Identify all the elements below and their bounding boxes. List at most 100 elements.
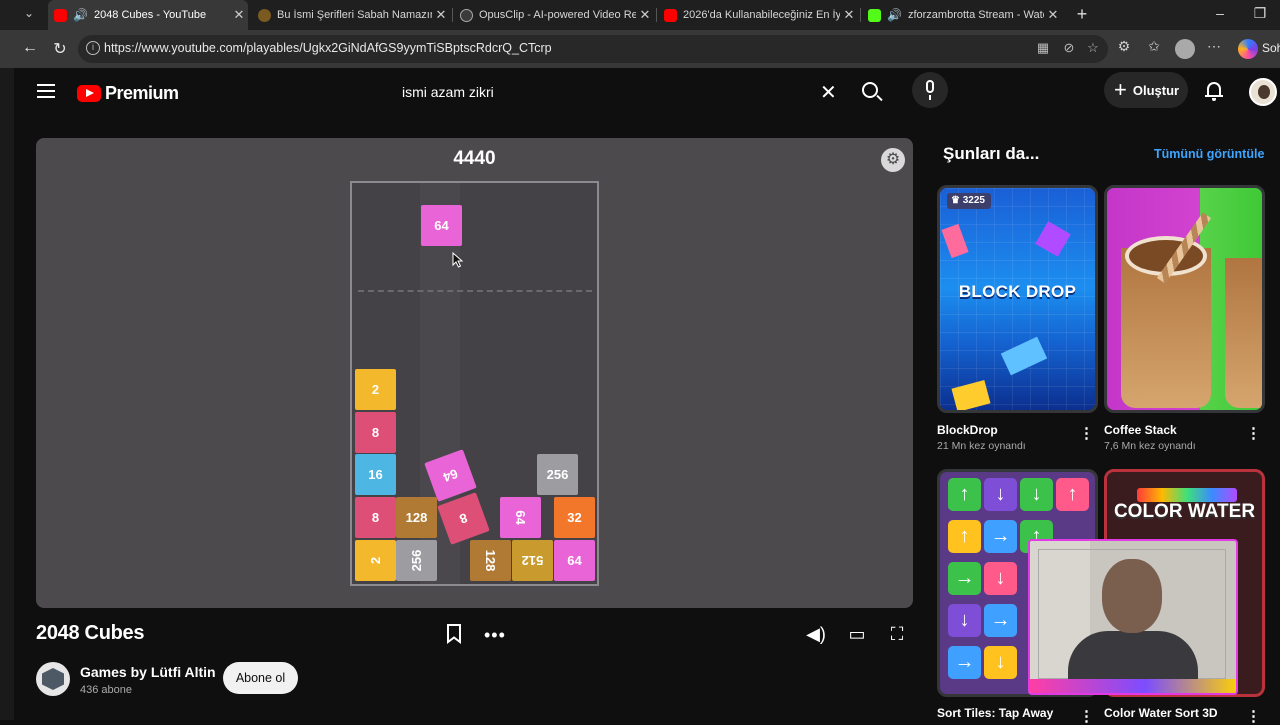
more-options-icon[interactable]: ⋮ <box>1246 424 1261 442</box>
more-options-icon[interactable]: ⋮ <box>1079 707 1094 725</box>
kick-favicon-icon <box>868 8 881 22</box>
back-arrow-icon[interactable]: ← <box>20 39 40 57</box>
game-cube: 2 <box>355 369 396 410</box>
game-board[interactable]: 64 2 8 16 8 128 2 256 64 8 64 256 32 128… <box>350 181 599 586</box>
bell-clapper <box>1212 98 1216 101</box>
minimize-window-icon[interactable]: – <box>1210 5 1230 21</box>
game-card-coffee-stack[interactable] <box>1104 185 1265 413</box>
youtube-favicon-icon <box>54 8 67 22</box>
close-tab-icon[interactable]: ✕ <box>636 7 654 23</box>
create-button[interactable]: + Oluştur <box>1104 72 1188 108</box>
game-settings-gear-icon[interactable]: ⚙ <box>881 148 905 172</box>
see-all-link[interactable]: Tümünü görüntüle <box>1154 147 1264 161</box>
arrow-up-tile-icon: ↑ <box>948 520 981 553</box>
tab-2048-cubes[interactable]: 🔊 2048 Cubes - YouTube ✕ <box>48 0 248 30</box>
subscribe-button[interactable]: Abone ol <box>223 662 298 694</box>
game-title[interactable]: Color Water Sort 3D <box>1104 706 1218 720</box>
browser-menu-icon[interactable]: ⋯ <box>1204 38 1224 55</box>
extensions-icon[interactable]: ⚙ <box>1114 38 1134 55</box>
speaker-icon: 🔊 <box>887 8 902 22</box>
game-card-blockdrop[interactable]: ♛ 3225 BLOCK DROP <box>937 185 1098 413</box>
game-title[interactable]: BlockDrop <box>937 423 998 437</box>
tubes-decoration <box>1137 488 1237 502</box>
favorite-star-icon[interactable]: ☆ <box>1084 40 1102 56</box>
url-text[interactable]: https://www.youtube.com/playables/Ugkx2G… <box>104 41 552 55</box>
tab-title: OpusClip - AI-powered Video Rep <box>479 9 636 21</box>
new-tab-icon[interactable]: + <box>1072 4 1092 25</box>
site-info-icon[interactable]: i <box>86 41 100 55</box>
notifications-bell-icon[interactable] <box>1204 80 1224 102</box>
play-count: 7,6 Mn kez oynandı <box>1104 440 1196 452</box>
tab-zforzambrotta-stream[interactable]: 🔊 zforzambrotta Stream - Watch ✕ <box>862 0 1062 30</box>
speaker-icon: 🔊 <box>73 8 88 22</box>
game-cube: 16 <box>355 454 396 495</box>
more-options-icon[interactable]: ⋮ <box>1246 707 1261 725</box>
arrow-down-tile-icon: ↓ <box>984 478 1017 511</box>
fullscreen-icon[interactable]: ⛶ <box>886 624 908 645</box>
maximize-window-icon[interactable]: ❐ <box>1250 5 1270 22</box>
search-input[interactable]: ismi azam zikri ✕ <box>388 72 848 112</box>
rail-heading: Şunları da... <box>943 144 1040 163</box>
game-cube: 32 <box>554 497 595 538</box>
crown-icon: ♛ <box>951 195 963 206</box>
youtube-premium-logo[interactable]: Premium <box>77 83 179 104</box>
account-avatar[interactable] <box>1249 78 1277 106</box>
color-water-logo: COLOR WATER <box>1113 501 1256 522</box>
clear-search-icon[interactable]: ✕ <box>820 80 837 105</box>
plus-icon: + <box>1114 77 1127 102</box>
channel-avatar[interactable] <box>36 662 70 696</box>
copilot-label[interactable]: Soh <box>1262 41 1280 55</box>
tab-separator <box>656 8 657 22</box>
game-title[interactable]: Coffee Stack <box>1104 423 1177 437</box>
theater-mode-icon[interactable]: ▭ <box>846 624 868 645</box>
favorites-icon[interactable]: ✩ <box>1144 38 1164 55</box>
close-tab-icon[interactable]: ✕ <box>840 7 858 23</box>
opusclip-favicon-icon <box>460 8 473 22</box>
create-label: Oluştur <box>1132 82 1180 98</box>
arrow-right-tile-icon: → <box>948 646 981 679</box>
game-score: 4440 <box>453 148 496 169</box>
game-cube: 256 <box>396 540 437 581</box>
tracking-prevention-icon[interactable]: ⊘ <box>1060 40 1078 56</box>
microphone-stem <box>929 95 931 100</box>
tab-list-chevron-icon[interactable]: ⌄ <box>18 6 40 24</box>
search-button[interactable] <box>852 74 892 110</box>
falling-cube[interactable]: 64 <box>421 205 462 246</box>
subscriber-count: 436 abone <box>80 684 132 696</box>
tab-opusclip[interactable]: OpusClip - AI-powered Video Rep ✕ <box>454 0 654 30</box>
score-badge: ♛ 3225 <box>947 193 991 209</box>
video-title: 2048 Cubes <box>36 622 145 644</box>
channel-name[interactable]: Games by Lütfi Altin <box>80 664 216 680</box>
search-query[interactable]: ismi azam zikri <box>402 84 494 100</box>
arrow-down-tile-icon: ↓ <box>948 604 981 637</box>
webcam-frame-bar <box>1030 679 1236 693</box>
tab-2026-kullanabileceginiz[interactable]: 2026'da Kullanabileceğiniz En İyi Ü ✕ <box>658 0 858 30</box>
tab-title: Bu İsmi Şerifleri Sabah Namazından <box>277 9 432 21</box>
copilot-icon[interactable] <box>1238 39 1258 59</box>
playable-game-canvas[interactable]: 4440 ⚙ 64 2 8 16 8 128 2 256 64 8 64 256… <box>36 138 913 608</box>
game-cube: 64 <box>500 497 541 538</box>
left-edge-shade <box>0 68 14 720</box>
search-icon-handle <box>876 94 883 102</box>
app-available-icon[interactable]: ▦ <box>1034 40 1052 56</box>
more-actions-icon[interactable]: ••• <box>484 625 506 646</box>
game-cube: 256 <box>537 454 578 495</box>
site-favicon-icon <box>258 8 271 22</box>
youtube-play-icon <box>77 85 101 102</box>
address-bar[interactable]: i https://www.youtube.com/playables/Ugkx… <box>78 35 1108 63</box>
arrow-down-tile-icon: ↓ <box>984 646 1017 679</box>
tab-ismi-serifleri[interactable]: Bu İsmi Şerifleri Sabah Namazından ✕ <box>252 0 450 30</box>
save-bookmark-icon[interactable] <box>446 624 462 644</box>
browser-profile-avatar[interactable] <box>1175 39 1195 59</box>
volume-icon[interactable]: ◀) <box>805 624 827 645</box>
arrow-up-tile-icon: ↑ <box>948 478 981 511</box>
voice-search-button[interactable] <box>912 72 948 108</box>
more-options-icon[interactable]: ⋮ <box>1079 424 1094 442</box>
close-tab-icon[interactable]: ✕ <box>1044 7 1062 23</box>
reload-icon[interactable]: ↻ <box>50 39 70 59</box>
guide-menu-icon[interactable] <box>37 84 55 102</box>
browser-tab-strip: ⌄ 🔊 2048 Cubes - YouTube ✕ Bu İsmi Şerif… <box>0 0 1280 30</box>
game-title[interactable]: Sort Tiles: Tap Away <box>937 706 1053 720</box>
close-tab-icon[interactable]: ✕ <box>432 7 450 23</box>
close-tab-icon[interactable]: ✕ <box>230 7 248 23</box>
